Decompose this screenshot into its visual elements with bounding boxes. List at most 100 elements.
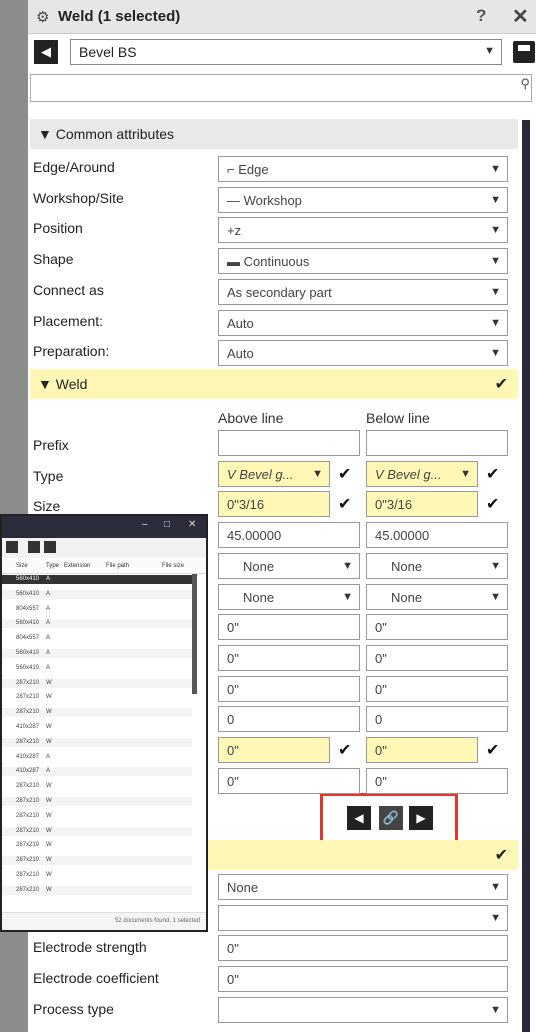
table-row[interactable]: 287x210 W — [2, 871, 192, 880]
attribute-select[interactable]: — Workshop ▼ — [218, 186, 508, 213]
weld-above-field[interactable] — [218, 430, 360, 456]
minimize-icon[interactable]: – — [142, 519, 148, 530]
attribute-field[interactable]: None ▼ — [218, 874, 508, 900]
table-cell: 287x210 — [16, 827, 40, 834]
preset-row: ◀ Bevel BS ▼ — [28, 34, 536, 70]
attribute-select[interactable]: As secondary part ▼ — [218, 278, 508, 305]
table-cell: 560x410 — [16, 650, 40, 656]
checkmark-icon[interactable]: ✔ — [486, 740, 499, 760]
popup-scrollbar[interactable] — [192, 574, 197, 694]
weld-above-field[interactable]: 0" — [218, 614, 360, 641]
checkmark-icon[interactable]: ✔ — [486, 464, 499, 484]
weld-below-field[interactable]: 0" — [366, 675, 508, 702]
weld-below-field[interactable]: 0" — [366, 644, 508, 671]
weld-below-field[interactable]: 0" — [366, 737, 478, 763]
weld-above-field[interactable]: 0" — [218, 675, 360, 702]
table-row[interactable]: 287x210 W — [2, 782, 192, 792]
attribute-field[interactable]: ▼ — [218, 904, 508, 931]
previous-preset-button[interactable]: ◀ — [34, 40, 58, 64]
table-row[interactable]: 804x557 A — [2, 604, 192, 614]
scrollbar[interactable] — [522, 120, 530, 1032]
table-row[interactable]: 560x410 A — [2, 649, 192, 658]
table-row[interactable]: 287x210 W — [2, 693, 192, 703]
chevron-down-icon: ▼ — [490, 285, 501, 298]
attribute-select[interactable]: Auto ▼ — [218, 340, 508, 367]
close-icon[interactable]: ✕ — [188, 519, 196, 530]
save-preset-button[interactable] — [513, 41, 535, 63]
link-button[interactable]: 🔗 — [379, 806, 403, 830]
checkmark-icon[interactable]: ✔ — [338, 464, 351, 484]
checkmark-icon[interactable]: ✔ — [486, 494, 499, 514]
preset-select[interactable]: Bevel BS ▼ — [70, 39, 502, 65]
weld-above-field[interactable]: 0"3/16 — [218, 491, 330, 518]
table-row[interactable]: 287x210 W — [2, 708, 192, 718]
attribute-label: Shape — [33, 251, 74, 268]
table-row[interactable]: 287x210 W — [2, 811, 192, 821]
table-row[interactable]: 287x210 W — [2, 797, 192, 806]
table-row[interactable]: 560x410 A — [2, 575, 192, 584]
checkmark-icon[interactable]: ✔ — [338, 740, 351, 760]
weld-section-header[interactable]: ▼ Weld ✔ — [30, 369, 518, 399]
table-cell: A — [46, 768, 51, 775]
weld-below-field[interactable]: None ▼ — [366, 552, 508, 579]
toolbar-button[interactable] — [28, 541, 40, 553]
weld-below-field[interactable]: 0 — [366, 706, 508, 733]
copy-left-button[interactable]: ◀ — [347, 806, 371, 830]
table-row[interactable]: 287x210 W — [2, 885, 192, 895]
arrow-left-icon: ◀ — [41, 44, 51, 59]
weld-below-field[interactable]: V Bevel g... ▼ — [366, 460, 478, 487]
table-row[interactable]: 410x287 W — [2, 723, 192, 732]
attribute-select[interactable]: +z ▼ — [218, 217, 508, 244]
toolbar-button[interactable] — [44, 541, 56, 553]
table-row[interactable]: 410x287 A — [2, 767, 192, 777]
column-header[interactable]: File path — [106, 563, 129, 569]
weld-above-field[interactable]: 0 — [218, 706, 360, 733]
table-row[interactable]: 804x557 A — [2, 634, 192, 644]
weld-below-field[interactable] — [366, 430, 508, 456]
weld-below-field[interactable]: 0" — [366, 767, 508, 794]
weld-above-field[interactable]: None ▼ — [218, 583, 360, 610]
maximize-icon[interactable]: □ — [164, 519, 170, 530]
close-button[interactable]: ✕ — [512, 4, 529, 29]
search-input[interactable] — [30, 74, 532, 102]
table-row[interactable]: 287x210 W — [2, 678, 192, 688]
column-header[interactable]: Extension — [64, 563, 90, 569]
attribute-field[interactable]: 0" — [218, 966, 508, 993]
weld-below-field[interactable]: 0" — [366, 614, 508, 641]
table-row[interactable]: 560x410 A — [2, 589, 192, 599]
chevron-down-icon: ▼ — [484, 45, 495, 57]
weld-below-field[interactable]: 0"3/16 — [366, 491, 478, 518]
table-row[interactable]: 410x287 A — [2, 752, 192, 762]
weld-above-field[interactable]: 0" — [218, 737, 330, 763]
table-row[interactable]: 287x210 W — [2, 737, 192, 747]
table-row[interactable]: 560x410 A — [2, 663, 192, 673]
attribute-field[interactable]: ▼ — [218, 996, 508, 1023]
weld-field-value: 0"3/16 — [227, 497, 265, 513]
weld-above-field[interactable]: V Bevel g... ▼ — [218, 460, 330, 487]
weld-above-field[interactable]: 0" — [218, 767, 360, 794]
help-button[interactable]: ? — [476, 6, 486, 26]
weld-below-field[interactable]: 45.00000 — [366, 522, 508, 549]
checkmark-icon[interactable]: ✔ — [495, 845, 508, 865]
common-attributes-header[interactable]: ▼ Common attributes — [30, 119, 518, 149]
weld-above-field[interactable]: 0" — [218, 644, 360, 671]
checkmark-icon[interactable]: ✔ — [338, 494, 351, 514]
attribute-field[interactable]: 0" — [218, 935, 508, 962]
toolbar-button[interactable] — [6, 541, 18, 553]
preset-value: Bevel BS — [79, 44, 137, 60]
attribute-select[interactable]: ⌐ Edge ▼ — [218, 156, 508, 182]
column-header[interactable]: Type — [46, 563, 59, 569]
table-row[interactable]: 560x410 A — [2, 619, 192, 629]
attribute-select[interactable]: ▬ Continuous ▼ — [218, 248, 508, 275]
table-row[interactable]: 287x210 W — [2, 841, 192, 851]
weld-above-field[interactable]: None ▼ — [218, 552, 360, 579]
column-header[interactable]: File size — [162, 563, 184, 569]
attribute-select[interactable]: Auto ▼ — [218, 309, 508, 336]
checkmark-icon[interactable]: ✔ — [495, 374, 508, 394]
copy-right-button[interactable]: ▶ — [409, 806, 433, 830]
table-row[interactable]: 287x210 W — [2, 856, 192, 866]
weld-below-field[interactable]: None ▼ — [366, 583, 508, 610]
column-header[interactable]: Size — [16, 563, 28, 569]
table-row[interactable]: 287x210 W — [2, 826, 192, 836]
weld-above-field[interactable]: 45.00000 — [218, 522, 360, 549]
